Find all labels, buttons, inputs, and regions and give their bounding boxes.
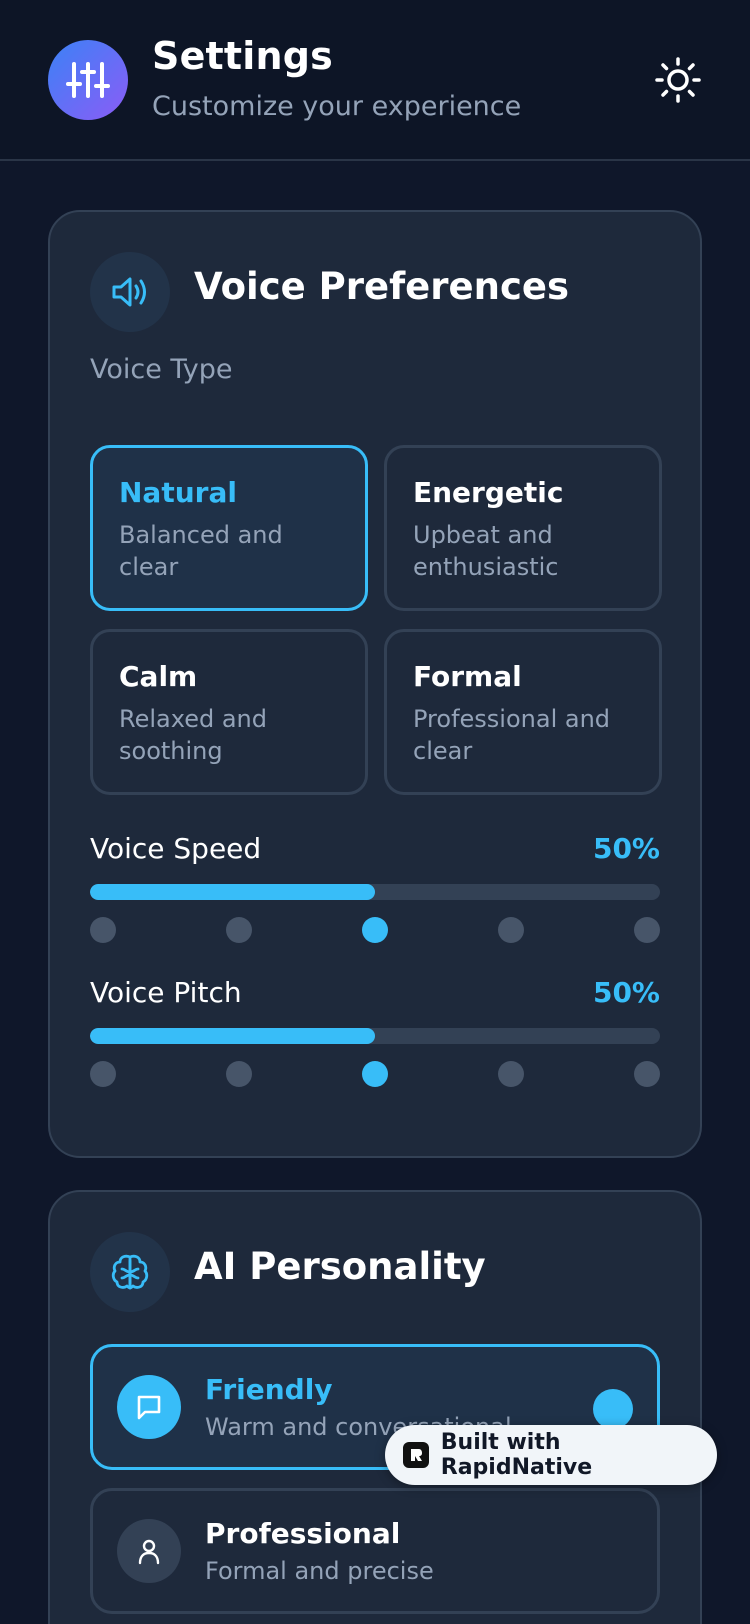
rapidnative-logo-icon — [403, 1442, 429, 1468]
slider-step-dot[interactable] — [498, 917, 524, 943]
sun-icon — [655, 57, 701, 103]
voice-speed-label: Voice Speed — [90, 832, 262, 865]
badge-text: Built with RapidNative — [440, 1430, 593, 1480]
voice-option-description: Upbeat and enthusiastic — [413, 521, 559, 581]
voice-preferences-card: Voice Preferences Voice Type Natural Bal… — [48, 210, 702, 1158]
chat-bubble-icon — [117, 1375, 181, 1439]
voice-option-description: Relaxed and soothing — [119, 705, 267, 765]
header: Settings Customize your experience — [0, 0, 750, 161]
voice-type-label: Voice Type — [90, 354, 233, 385]
person-icon — [117, 1519, 181, 1583]
voice-option-description: Professional and clear — [413, 705, 611, 765]
voice-option-formal[interactable]: Formal Professional and clear — [384, 629, 662, 795]
voice-pitch-fill — [90, 1028, 375, 1044]
voice-option-description: Balanced and clear — [119, 521, 283, 581]
personality-title: Professional — [205, 1517, 401, 1550]
personality-option-professional[interactable]: Professional Formal and precise — [90, 1488, 660, 1614]
theme-toggle-button[interactable] — [650, 52, 706, 108]
voice-option-natural[interactable]: Natural Balanced and clear — [90, 445, 368, 611]
slider-step-dot[interactable] — [226, 1061, 252, 1087]
slider-step-dot[interactable] — [634, 1061, 660, 1087]
voice-speed-steps — [90, 917, 660, 943]
section-title-ai: AI Personality — [194, 1245, 486, 1288]
voice-pitch-label: Voice Pitch — [90, 976, 242, 1009]
voice-option-title: Calm — [119, 660, 198, 693]
voice-pitch-value: 50% — [592, 976, 660, 1009]
page-title: Settings — [152, 34, 333, 78]
slider-step-dot[interactable] — [362, 1061, 388, 1087]
voice-speed-value: 50% — [592, 832, 660, 865]
voice-pitch-steps — [90, 1061, 660, 1087]
voice-speed-fill — [90, 884, 375, 900]
voice-option-calm[interactable]: Calm Relaxed and soothing — [90, 629, 368, 795]
page-subtitle: Customize your experience — [152, 91, 522, 122]
slider-step-dot[interactable] — [498, 1061, 524, 1087]
slider-step-dot[interactable] — [90, 917, 116, 943]
settings-screen: Settings Customize your experience Voice… — [0, 0, 750, 1624]
voice-option-title: Formal — [413, 660, 522, 693]
built-with-badge[interactable]: Built with RapidNative — [385, 1425, 717, 1485]
speaker-icon — [90, 252, 170, 332]
section-title-voice: Voice Preferences — [194, 265, 570, 308]
brain-icon — [90, 1232, 170, 1312]
personality-title: Friendly — [205, 1373, 333, 1406]
voice-option-title: Natural — [119, 476, 237, 509]
personality-description: Formal and precise — [205, 1557, 434, 1585]
voice-option-energetic[interactable]: Energetic Upbeat and enthusiastic — [384, 445, 662, 611]
slider-step-dot[interactable] — [634, 917, 660, 943]
sliders-icon — [48, 40, 128, 120]
voice-pitch-slider[interactable] — [90, 1028, 660, 1044]
voice-option-title: Energetic — [413, 476, 564, 509]
voice-speed-slider[interactable] — [90, 884, 660, 900]
slider-step-dot[interactable] — [362, 917, 388, 943]
selected-indicator — [593, 1389, 633, 1429]
slider-step-dot[interactable] — [226, 917, 252, 943]
ai-personality-card: AI Personality Friendly Warm and convers… — [48, 1190, 702, 1624]
slider-step-dot[interactable] — [90, 1061, 116, 1087]
